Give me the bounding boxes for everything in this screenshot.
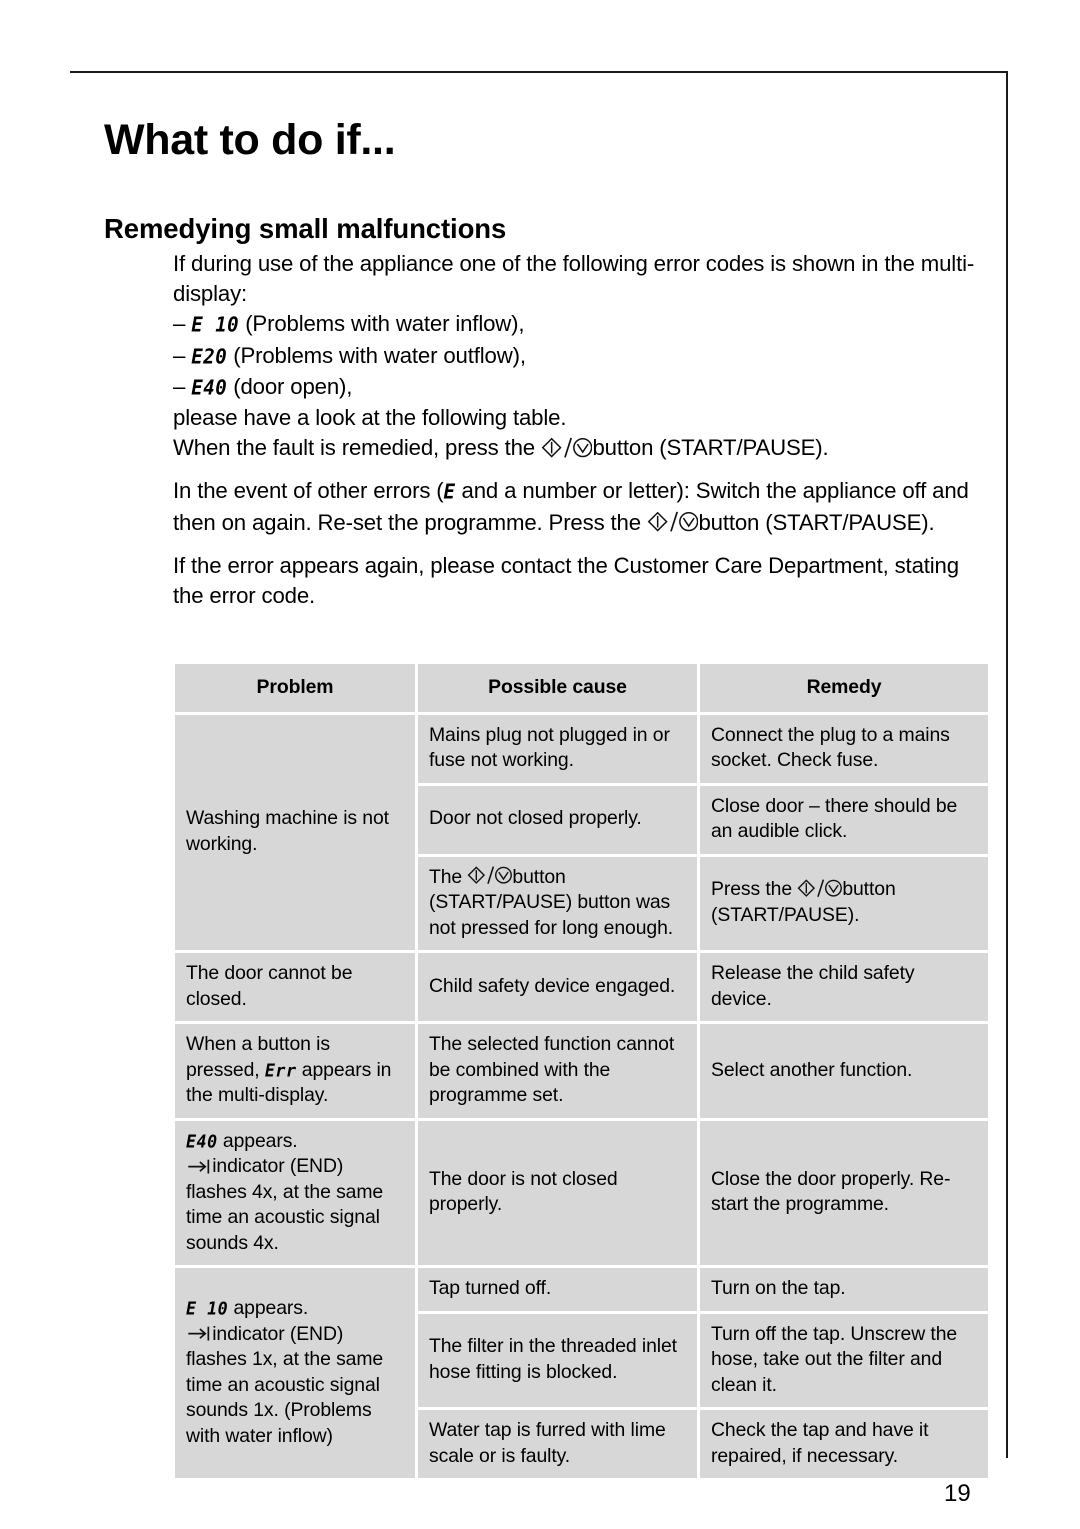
error-code-e20-desc: (Problems with water outflow), [233, 342, 526, 368]
cell-remedy: Turn on the tap. [700, 1268, 988, 1311]
intro-paragraph-2: In the event of other errors (E and a nu… [173, 476, 985, 537]
cell-remedy: Turn off the tap. Unscrew the hose, take… [700, 1313, 988, 1407]
cell-problem: Washing machine is not working. [175, 714, 415, 950]
cell-cause: The selected function cannot be combined… [418, 1024, 697, 1118]
header-rule [70, 71, 1008, 73]
cell-cause: The button (START/PAUSE) button was not … [418, 856, 697, 950]
table-row: The door cannot be closed. Child safety … [175, 953, 988, 1021]
cell-problem-detail: indicator (END) flashes 4x, at the same … [186, 1155, 384, 1254]
bullet-dash: – [173, 373, 186, 399]
cell-problem: The door cannot be closed. [175, 953, 415, 1021]
column-header-possible-cause: Possible cause [418, 664, 697, 712]
table-row: E40 appears. indicator (END) flashes 4x,… [175, 1120, 988, 1265]
start-pause-icon [467, 865, 513, 885]
error-code-bullet-e10: – E 10 (Problems with water inflow), [173, 309, 985, 340]
cell-cause: Child safety device engaged. [418, 953, 697, 1021]
end-arrow-icon [186, 1325, 212, 1341]
cell-problem: E 10 appears. indicator (END) flashes 1x… [175, 1268, 415, 1478]
column-header-problem: Problem [175, 664, 415, 712]
cell-remedy: Check the tap and have it repaired, if n… [700, 1410, 988, 1478]
error-code-err: Err [264, 1059, 297, 1081]
cell-cause: Tap turned off. [418, 1268, 697, 1311]
cell-remedy: Select another function. [700, 1024, 988, 1118]
table-row: When a button is pressed, Err appears in… [175, 1024, 988, 1118]
page-number: 19 [944, 1480, 971, 1507]
cell-cause: The door is not closed properly. [418, 1120, 697, 1265]
intro-paragraph-1: If during use of the appliance one of th… [173, 249, 985, 309]
cell-remedy: Press the button (START/PAUSE). [700, 856, 988, 950]
cell-cause: Door not closed properly. [418, 785, 697, 854]
error-code-e10: E 10 [186, 1298, 229, 1319]
cell-problem: When a button is pressed, Err appears in… [175, 1024, 415, 1118]
intro-paragraph-3: If the error appears again, please conta… [173, 552, 959, 609]
cell-cause: Water tap is furred with lime scale or i… [418, 1410, 697, 1478]
bullet-dash: – [173, 342, 186, 368]
error-code-bullet-e40: – E40 (door open), [173, 372, 985, 403]
cell-remedy: Release the child safety device. [700, 953, 988, 1021]
error-code-e40: E40 [191, 374, 228, 400]
intro-line-3-after: button (START/PAUSE). [592, 435, 829, 461]
intro-line-3: When the fault is remedied, press the bu… [173, 433, 985, 463]
error-code-e-generic: E [443, 479, 456, 505]
cell-cause-after: button (START/PAUSE) button was not pres… [429, 865, 674, 939]
start-pause-icon [647, 510, 699, 533]
page-title: What to do if... [104, 115, 396, 164]
cell-problem-appears: appears. [233, 1297, 309, 1319]
error-code-e40: E40 [186, 1130, 218, 1152]
error-code-e20: E20 [191, 343, 228, 369]
error-code-e10-desc: (Problems with water inflow), [245, 311, 525, 337]
cell-problem: E40 appears. indicator (END) flashes 4x,… [175, 1120, 415, 1265]
end-arrow-icon [186, 1158, 212, 1174]
cell-problem-appears: appears. [222, 1129, 298, 1152]
section-heading: Remedying small malfunctions [104, 212, 507, 244]
right-margin-rule [1006, 71, 1008, 1458]
start-pause-icon [797, 878, 843, 898]
error-code-bullet-e20: – E20 (Problems with water outflow), [173, 341, 985, 372]
intro-text: If during use of the appliance one of th… [173, 249, 985, 611]
cell-cause: The filter in the threaded inlet hose fi… [418, 1313, 697, 1407]
cell-remedy: Close door – there should be an audible … [700, 785, 988, 854]
bullet-dash: – [173, 311, 186, 337]
troubleshooting-table: Problem Possible cause Remedy Washing ma… [172, 661, 991, 1481]
column-header-remedy: Remedy [700, 664, 988, 712]
intro-para2-c: button (START/PAUSE). [698, 509, 935, 535]
start-pause-icon [541, 436, 593, 459]
intro-para2-a: In the event of other errors ( [173, 478, 444, 504]
intro-line-2: please have a look at the following tabl… [173, 405, 567, 431]
table-row: Washing machine is not working. Mains pl… [175, 714, 988, 950]
cell-remedy: Connect the plug to a mains socket. Chec… [700, 714, 988, 783]
cell-cause: Mains plug not plugged in or fuse not wo… [418, 714, 697, 783]
cell-remedy: Close the door properly. Re-start the pr… [700, 1120, 988, 1265]
table-header-row: Problem Possible cause Remedy [175, 664, 988, 712]
error-code-e40-desc: (door open), [233, 373, 353, 399]
error-code-e10: E 10 [191, 312, 240, 338]
cell-remedy-before: Press the [711, 878, 793, 901]
intro-line-3-before: When the fault is remedied, press the [173, 435, 535, 461]
intro-line-1: If during use of the appliance one of th… [173, 251, 975, 307]
table-row: E 10 appears. indicator (END) flashes 1x… [175, 1268, 988, 1478]
cell-cause-before: The [429, 865, 463, 888]
